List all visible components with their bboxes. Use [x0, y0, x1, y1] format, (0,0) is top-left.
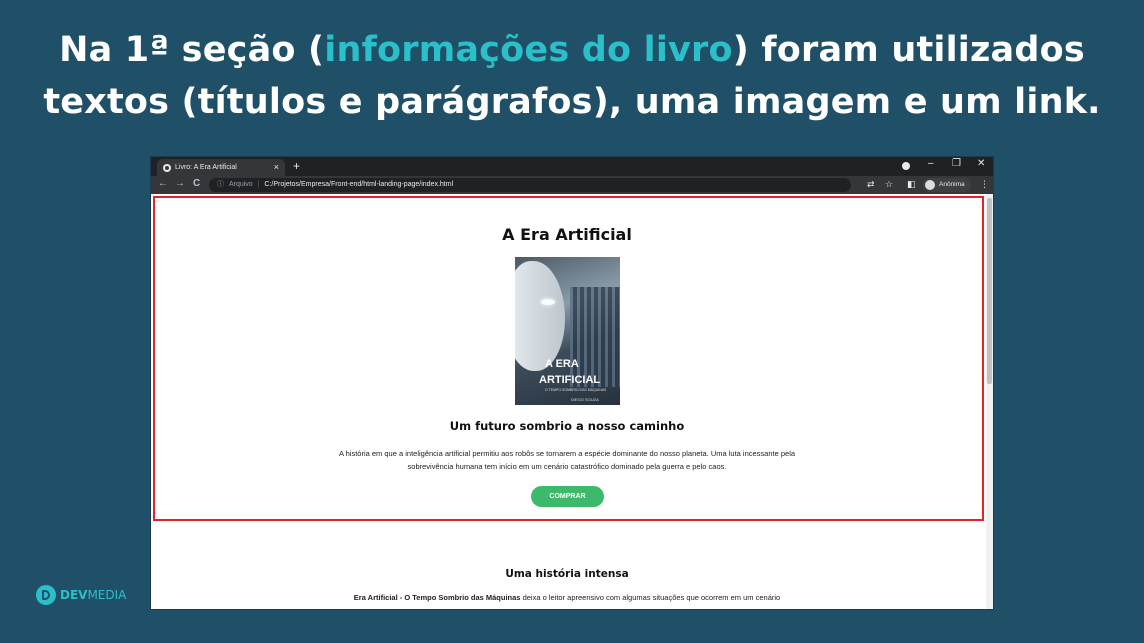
new-tab-button[interactable]: +	[293, 159, 300, 173]
book-subtitle: Um futuro sombrio a nosso caminho	[449, 419, 685, 433]
restore-button[interactable]: ❐	[952, 158, 961, 169]
book-title: A Era Artificial	[502, 225, 632, 244]
avatar-icon	[925, 180, 935, 190]
scrollbar[interactable]	[986, 194, 993, 609]
scrollbar-thumb[interactable]	[987, 198, 992, 384]
cover-face	[515, 261, 565, 371]
star-icon[interactable]: ☆	[885, 179, 893, 190]
url-text: C:/Projetos/Empresa/Front-end/html-landi…	[264, 181, 454, 188]
minimize-button[interactable]: –	[928, 158, 934, 169]
cover-eye	[541, 299, 555, 305]
section2-bold-title: Era Artificial - O Tempo Sombrio das Máq…	[353, 593, 521, 602]
logo-media: MEDIA	[87, 588, 127, 602]
cover-subtitle: O TEMPO SOMBRIO DAS MÁQUINAS	[545, 388, 607, 392]
translate-icon[interactable]: ⇄	[867, 179, 875, 190]
address-bar[interactable]: ⓘ Arquivo | C:/Projetos/Empresa/Front-en…	[209, 178, 851, 192]
slide-title-line1: Na 1ª seção (informações do livro) foram…	[59, 30, 1085, 70]
slide-title-line2: textos (títulos e parágrafos), uma image…	[43, 82, 1101, 122]
back-button[interactable]: ←	[158, 178, 168, 189]
section2-title: Uma história intensa	[505, 568, 629, 580]
cover-city	[570, 287, 620, 387]
tab-bar: Livro: A Era Artificial × + – ❐ ✕	[151, 157, 993, 176]
extension-icon[interactable]	[902, 162, 910, 170]
url-separator: |	[257, 181, 260, 188]
section2-text: Era Artificial - O Tempo Sombrio das Máq…	[353, 593, 781, 602]
browser-toolbar: ← → C ⓘ Arquivo | C:/Projetos/Empresa/Fr…	[151, 176, 993, 194]
profile-name: Anônima	[939, 181, 965, 188]
info-icon: ⓘ	[217, 181, 224, 188]
forward-button[interactable]: →	[175, 178, 185, 189]
profile-button[interactable]: Anônima	[923, 178, 971, 192]
logo-dev: DEV	[60, 588, 88, 602]
url-scheme-label: Arquivo	[228, 181, 253, 188]
browser-tab[interactable]: Livro: A Era Artificial ×	[157, 159, 285, 176]
buy-button[interactable]: COMPRAR	[531, 486, 604, 507]
devmedia-logo-icon	[36, 585, 56, 605]
tab-title: Livro: A Era Artificial	[175, 164, 237, 171]
devmedia-logo: DEV MEDIA	[36, 585, 126, 605]
side-panel-icon[interactable]: ◧	[907, 179, 916, 190]
close-window-button[interactable]: ✕	[977, 158, 985, 169]
reload-button[interactable]: C	[193, 178, 200, 189]
close-tab-icon[interactable]: ×	[274, 162, 279, 172]
cover-author: DIEGO SOUZA	[571, 397, 599, 402]
book-description: A história em que a inteligência artific…	[338, 449, 796, 471]
browser-window: Livro: A Era Artificial × + – ❐ ✕ ← → C …	[151, 157, 993, 609]
cover-title-line1: A ERA	[545, 358, 579, 370]
slide-title-highlight: informações do livro	[324, 30, 733, 70]
globe-icon	[163, 163, 171, 172]
book-cover-image: A ERA ARTIFICIAL O TEMPO SOMBRIO DAS MÁQ…	[515, 257, 620, 405]
slide-title: Na 1ª seção (informações do livro) foram…	[0, 24, 1144, 128]
cover-title-line2: ARTIFICIAL	[539, 374, 601, 386]
menu-icon[interactable]: ⋮	[980, 179, 989, 190]
